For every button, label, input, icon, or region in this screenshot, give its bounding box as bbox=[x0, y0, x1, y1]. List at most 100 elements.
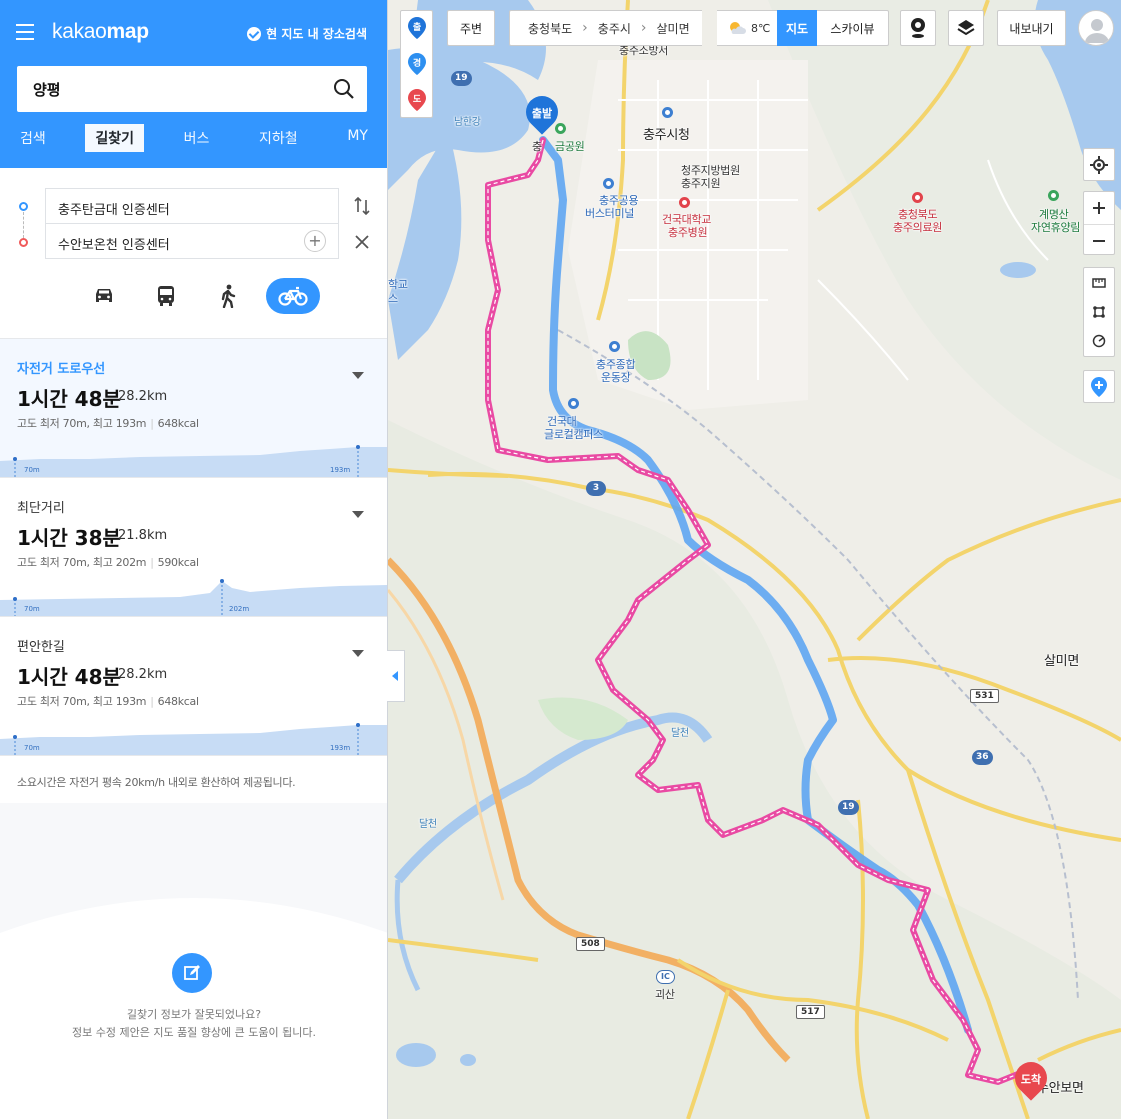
route-shield-19: 19 bbox=[451, 71, 472, 86]
label-terminal-2[interactable]: 버스터미널 bbox=[585, 205, 634, 221]
ruler-icon[interactable] bbox=[1084, 268, 1114, 297]
separator: | bbox=[150, 695, 154, 708]
layers-button[interactable] bbox=[948, 10, 984, 46]
route-results: 자전거 도로우선 1시간 48분 28.2km 고도 최저 70m, 최고 19… bbox=[0, 338, 387, 755]
transport-modes bbox=[80, 278, 320, 314]
label-court-2[interactable]: 충주지원 bbox=[681, 175, 721, 191]
edit-suggestion-icon[interactable] bbox=[172, 953, 212, 993]
elevation-text: 고도 최저 70m, 최고 193m bbox=[17, 417, 147, 430]
campus-poi-icon[interactable] bbox=[568, 398, 579, 409]
collapse-sidebar-button[interactable] bbox=[387, 650, 405, 702]
profile-min-label: 70m bbox=[24, 744, 40, 752]
bus-terminal-poi-icon[interactable] bbox=[603, 178, 614, 189]
radius-measure-icon[interactable] bbox=[1084, 326, 1114, 355]
map-type-skyview[interactable]: 스카이뷰 bbox=[817, 10, 889, 46]
around-button[interactable]: 주변 bbox=[447, 10, 495, 46]
my-location-icon[interactable] bbox=[1084, 149, 1114, 181]
zoom-in-icon[interactable] bbox=[1084, 192, 1114, 224]
medical-poi-icon[interactable] bbox=[912, 192, 923, 203]
user-avatar-icon[interactable] bbox=[1078, 10, 1114, 46]
weather-widget[interactable]: 8℃ bbox=[717, 10, 777, 46]
origin-field[interactable]: 충주탄금대 인증센터 bbox=[45, 188, 339, 224]
mode-walk[interactable] bbox=[204, 278, 252, 314]
route-distance: 21.8km bbox=[118, 528, 168, 543]
label-salmi[interactable]: 살미면 bbox=[1044, 650, 1079, 669]
chevron-right-icon: › bbox=[582, 20, 588, 36]
area-search-toggle[interactable]: 현 지도 내 장소검색 bbox=[247, 25, 367, 42]
label-medical-2[interactable]: 충주의료원 bbox=[893, 219, 942, 235]
city-hall-poi-icon[interactable] bbox=[662, 107, 673, 118]
label-goesan[interactable]: 괴산 bbox=[655, 986, 675, 1002]
map-type-map[interactable]: 지도 bbox=[777, 10, 817, 46]
forest-poi-icon[interactable] bbox=[1048, 190, 1059, 201]
check-circle-icon bbox=[247, 26, 262, 41]
breadcrumb-city[interactable]: 충주시 bbox=[598, 20, 631, 37]
tab-directions[interactable]: 길찾기 bbox=[85, 124, 145, 152]
origin-dot-icon bbox=[19, 202, 28, 211]
label-dalcheon-2: 달천 bbox=[671, 728, 689, 739]
label-stadium-2[interactable]: 운동장 bbox=[601, 369, 631, 385]
route-card-shortest[interactable]: 최단거리 1시간 38분 21.8km 고도 최저 70m, 최고 202m | 5… bbox=[0, 477, 387, 616]
label-school-2[interactable]: 스 bbox=[388, 290, 398, 306]
label-hospital-2[interactable]: 충주병원 bbox=[668, 224, 708, 240]
label-city-hall[interactable]: 충주시청 bbox=[643, 124, 690, 143]
tab-my[interactable]: MY bbox=[337, 124, 378, 152]
speed-notice: 소요시간은 자전거 평속 20km/h 내외로 환산하여 제공됩니다. bbox=[0, 755, 387, 803]
add-place-control bbox=[1083, 370, 1115, 403]
breadcrumb-province[interactable]: 충청북도 bbox=[528, 20, 572, 37]
label-start-partial[interactable]: 충 bbox=[532, 138, 542, 154]
destination-dot-icon bbox=[19, 238, 28, 247]
destination-marker-button[interactable]: 도 bbox=[408, 89, 426, 111]
elevation-text: 고도 최저 70m, 최고 193m bbox=[17, 695, 147, 708]
hospital-poi-icon[interactable] bbox=[679, 197, 690, 208]
label-forest-2[interactable]: 자연휴양림 bbox=[1031, 219, 1080, 235]
chevron-right-icon: › bbox=[640, 20, 647, 36]
add-waypoint-icon[interactable]: + bbox=[304, 230, 326, 252]
end-pin[interactable]: 도착 bbox=[1008, 1055, 1054, 1101]
destination-value: 수안보온천 인증센터 bbox=[58, 238, 170, 253]
separator: | bbox=[150, 556, 154, 569]
route-time: 1시간 38분 bbox=[17, 526, 121, 550]
destination-field[interactable]: 수안보온천 인증센터 + bbox=[45, 223, 339, 259]
zoom-out-icon[interactable] bbox=[1084, 224, 1114, 256]
tab-bus[interactable]: 버스 bbox=[174, 124, 220, 152]
walk-icon bbox=[221, 284, 236, 308]
tab-subway[interactable]: 지하철 bbox=[249, 124, 308, 152]
map-view[interactable]: 충주소방서 충주시청 청주지방법원 충주지원 금공원 충주공용 버스터미널 건국… bbox=[388, 0, 1121, 1119]
kakaomap-logo[interactable]: kakaomap bbox=[52, 20, 149, 44]
start-pin[interactable]: 출발 bbox=[519, 89, 565, 135]
mode-bicycle[interactable] bbox=[266, 278, 320, 314]
stadium-poi-icon[interactable] bbox=[609, 341, 620, 352]
feedback-question: 길찾기 정보가 잘못되었나요? bbox=[126, 1008, 262, 1021]
mode-bus[interactable] bbox=[142, 278, 190, 314]
locate-control bbox=[1083, 148, 1115, 181]
kcal-text: 648kcal bbox=[157, 417, 199, 430]
route-type: 자전거 도로우선 bbox=[17, 362, 106, 377]
chevron-down-icon[interactable] bbox=[352, 511, 364, 518]
chevron-down-icon[interactable] bbox=[352, 650, 364, 657]
label-park[interactable]: 금공원 bbox=[555, 138, 585, 154]
search-icon[interactable] bbox=[333, 78, 355, 100]
route-card-comfortable[interactable]: 편안한길 1시간 48분 28.2km 고도 최저 70m, 최고 193m | 6… bbox=[0, 616, 387, 755]
route-card-bike-road[interactable]: 자전거 도로우선 1시간 48분 28.2km 고도 최저 70m, 최고 19… bbox=[0, 338, 387, 477]
hamburger-menu-icon[interactable] bbox=[16, 24, 34, 40]
area-measure-icon[interactable] bbox=[1084, 297, 1114, 326]
chevron-down-icon[interactable] bbox=[352, 372, 364, 379]
label-campus-2[interactable]: 글로컬캠퍼스 bbox=[544, 426, 603, 442]
zoom-control bbox=[1083, 191, 1115, 255]
close-icon[interactable] bbox=[354, 234, 370, 250]
separator: | bbox=[150, 417, 154, 430]
origin-marker-button[interactable]: 출 bbox=[408, 17, 426, 39]
tab-search[interactable]: 검색 bbox=[10, 124, 56, 152]
logo-text-main: kakao bbox=[52, 20, 107, 43]
add-place-pin-icon[interactable] bbox=[1084, 371, 1114, 403]
header: kakaomap 현 지도 내 장소검색 검색 길찾기 버스 지하철 MY bbox=[0, 0, 387, 168]
waypoint-marker-button[interactable]: 경 bbox=[408, 53, 426, 75]
route-type: 편안한길 bbox=[17, 640, 65, 655]
breadcrumb-town[interactable]: 살미면 bbox=[657, 20, 690, 37]
mode-car[interactable] bbox=[80, 278, 128, 314]
export-button[interactable]: 내보내기 bbox=[997, 10, 1066, 46]
swap-icon[interactable] bbox=[354, 196, 370, 216]
roadview-button[interactable] bbox=[900, 10, 936, 46]
search-input[interactable] bbox=[17, 66, 327, 112]
